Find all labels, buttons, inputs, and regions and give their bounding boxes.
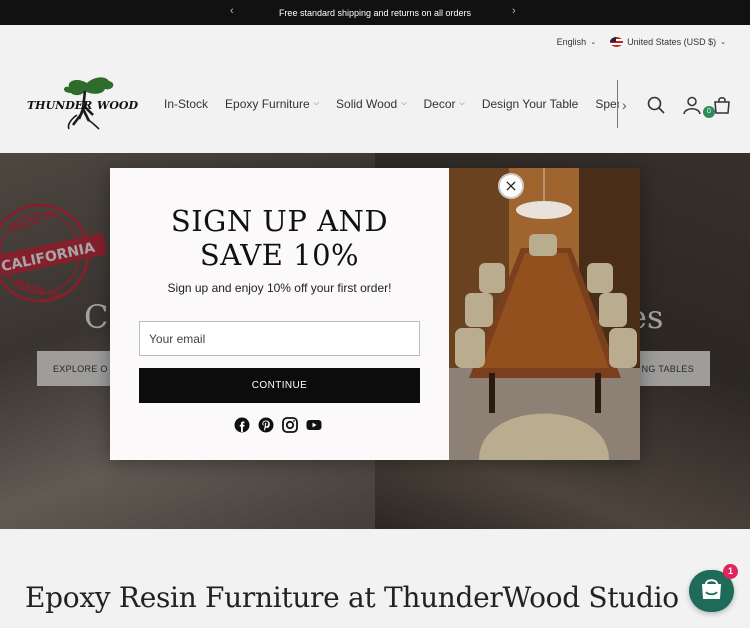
currency-label: United States (USD $) [627,37,717,47]
localization-bar: English ⌄ United States (USD $) ⌄ [557,37,726,47]
facebook-icon[interactable] [234,417,250,433]
nav-label: Design Your Table [481,97,579,111]
nav-item-special-orders[interactable]: Special Orders [595,97,619,111]
chevron-right-icon[interactable]: › [622,97,627,113]
cart-icon[interactable] [712,95,732,115]
main-nav-viewport: In-Stock Epoxy Furniture ⌵ Solid Wood ⌵ De… [164,85,619,125]
nav-item-solid-wood[interactable]: Solid Wood ⌵ [336,97,406,111]
logo-text-thunder: THUNDER [27,99,92,112]
us-flag-icon [610,37,624,47]
nav-label: In-Stock [164,97,209,111]
youtube-icon[interactable] [306,417,322,433]
email-input[interactable] [139,321,420,356]
nav-label: Special Orders [595,97,619,111]
nav-item-decor[interactable]: Decor ⌵ [424,97,465,111]
main-nav: In-Stock Epoxy Furniture ⌵ Solid Wood ⌵ De… [164,97,619,111]
language-selector[interactable]: English ⌄ [557,37,596,47]
pinterest-icon[interactable] [258,417,274,433]
search-icon[interactable] [646,95,666,115]
chevron-down-icon: ⌄ [590,39,597,46]
nav-divider [617,80,618,128]
chevron-right-icon[interactable]: › [512,5,516,17]
continue-button[interactable]: CONTINUE [139,368,420,403]
modal-heading-line2: SAVE 10% [199,238,360,272]
nav-item-epoxy-furniture[interactable]: Epoxy Furniture ⌵ [225,97,319,111]
modal-heading: SIGN UP AND SAVE 10% [110,204,449,272]
logo-text-wood: WOOD [97,99,139,112]
nav-label: Solid Wood [336,97,398,111]
currency-selector[interactable]: United States (USD $) ⌄ [610,37,726,47]
announcement-text: Free standard shipping and returns on al… [278,7,472,18]
close-icon[interactable] [498,173,524,199]
chevron-left-icon[interactable]: ‹ [230,5,234,17]
modal-heading-line1: SIGN UP AND [170,204,389,238]
chat-notification-badge: 1 [723,564,738,579]
social-links [234,417,322,433]
chevron-down-icon: ⌄ [720,39,726,46]
signup-form-panel: SIGN UP AND SAVE 10% Sign up and enjoy 1… [110,168,449,460]
modal-subtext: Sign up and enjoy 10% off your first ord… [167,281,392,295]
intro-section: Epoxy Resin Furniture at ThunderWood Stu… [0,529,750,628]
chevron-down-icon: ⌵ [401,100,407,107]
dining-table-image [449,168,640,460]
cart-count-badge: 0 [703,106,715,118]
chevron-down-icon: ⌵ [313,100,320,107]
site-header: English ⌄ United States (USD $) ⌄ THUNDE… [0,25,750,153]
nav-item-design-your-table[interactable]: Design Your Table [482,97,579,111]
chevron-down-icon: ⌵ [459,100,465,107]
nav-label: Decor [423,97,456,111]
nav-item-in-stock[interactable]: In-Stock [164,97,208,111]
account-icon[interactable] [682,95,702,115]
thunderwood-logo[interactable]: THUNDER WOOD [27,75,139,131]
language-label: English [556,37,587,47]
nav-label: Epoxy Furniture [225,97,310,111]
section-heading: Epoxy Resin Furniture at ThunderWood Stu… [25,581,679,614]
announcement-bar: ‹ Free standard shipping and returns on … [0,0,750,25]
instagram-icon[interactable] [282,417,298,433]
signup-modal: SIGN UP AND SAVE 10% Sign up and enjoy 1… [110,168,640,460]
